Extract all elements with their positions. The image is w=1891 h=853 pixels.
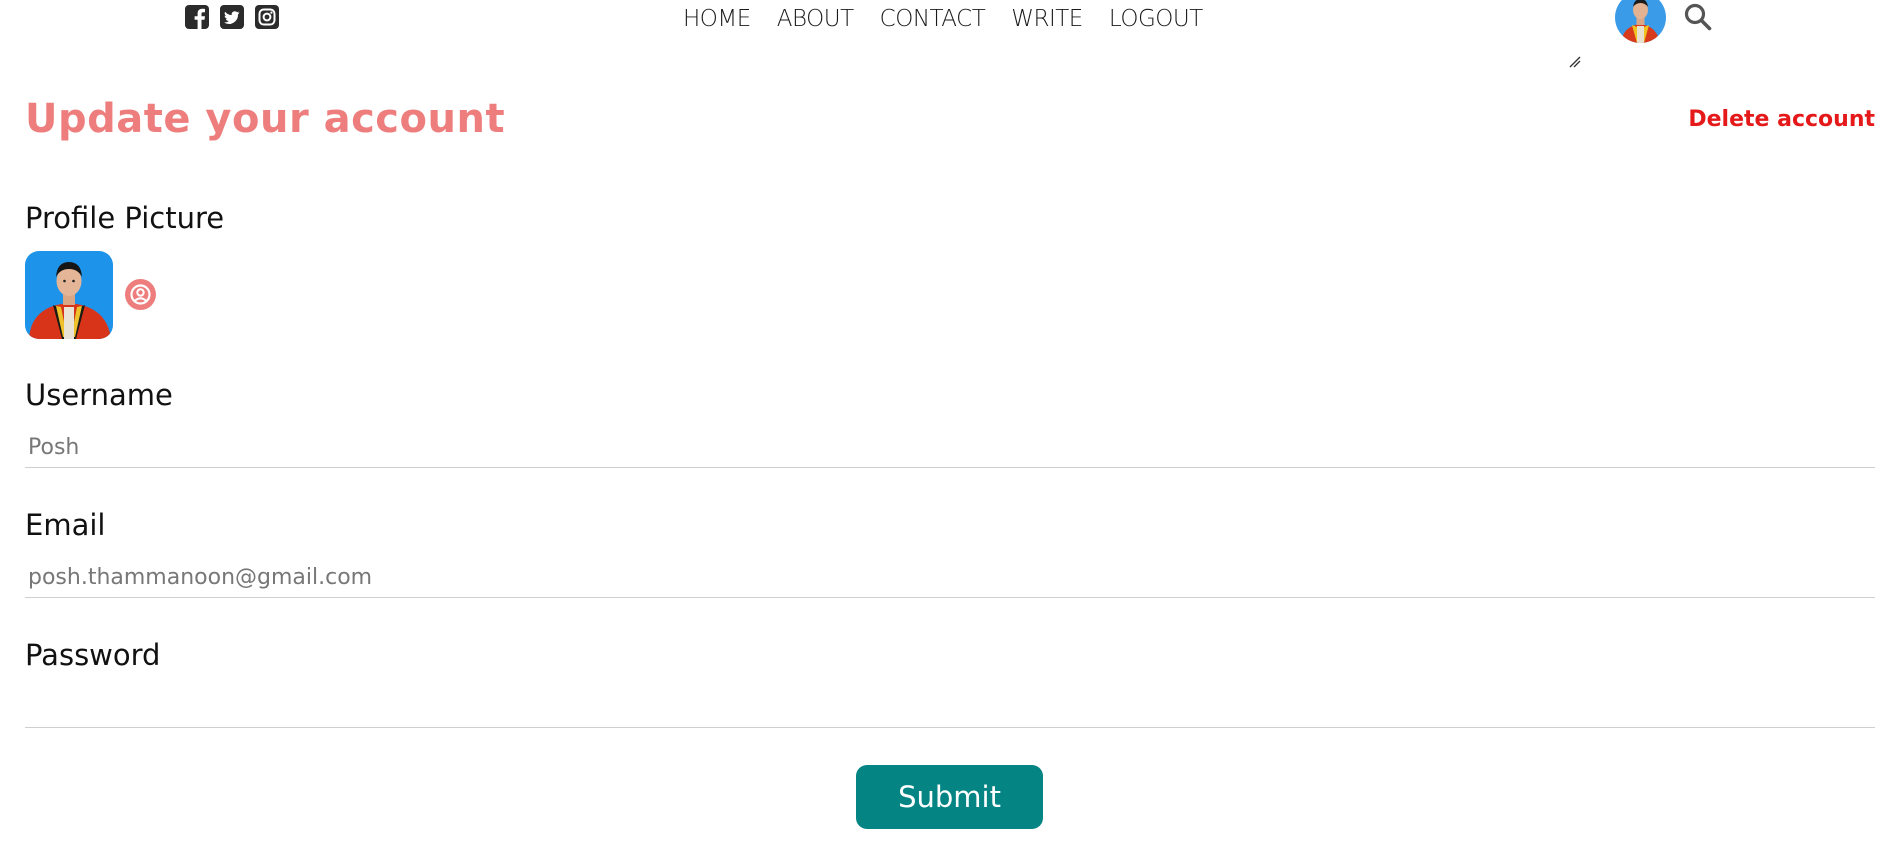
submit-button[interactable]: Submit bbox=[856, 765, 1043, 829]
facebook-icon[interactable] bbox=[185, 5, 209, 29]
nav-logout[interactable]: LOGOUT bbox=[1109, 2, 1203, 36]
twitter-icon[interactable] bbox=[220, 5, 244, 29]
password-input[interactable] bbox=[25, 688, 1875, 728]
nav-write[interactable]: WRITE bbox=[1011, 2, 1083, 36]
top-bar: HOME ABOUT CONTACT WRITE LOGOUT bbox=[0, 0, 1891, 70]
nav-about[interactable]: ABOUT bbox=[777, 2, 854, 36]
nav-contact[interactable]: CONTACT bbox=[880, 2, 986, 36]
nav-home[interactable]: HOME bbox=[683, 2, 751, 36]
page-title: Update your account bbox=[25, 96, 506, 142]
search-icon[interactable] bbox=[1683, 2, 1713, 32]
user-circle-icon[interactable] bbox=[125, 279, 156, 310]
social-links bbox=[185, 5, 279, 29]
email-input[interactable] bbox=[25, 558, 1875, 598]
resize-handle-icon[interactable] bbox=[1569, 53, 1581, 68]
delete-account-link[interactable]: Delete account bbox=[1688, 107, 1875, 132]
user-avatar[interactable] bbox=[1615, 0, 1666, 43]
instagram-icon[interactable] bbox=[255, 5, 279, 29]
password-label: Password bbox=[25, 638, 161, 672]
username-input[interactable] bbox=[25, 428, 1875, 468]
email-label: Email bbox=[25, 508, 106, 542]
username-label: Username bbox=[25, 378, 173, 412]
profile-picture-label: Profile Picture bbox=[25, 201, 225, 235]
main-nav: HOME ABOUT CONTACT WRITE LOGOUT bbox=[683, 2, 1203, 36]
profile-picture bbox=[25, 251, 113, 339]
